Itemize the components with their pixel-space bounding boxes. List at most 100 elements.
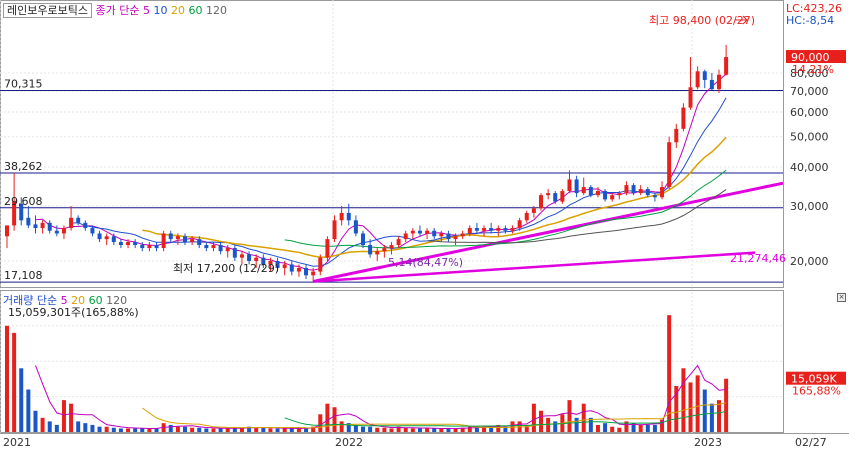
candle-body [539,195,543,209]
candle-body [368,245,373,255]
candle-body [339,212,344,221]
candle-body [168,233,173,240]
stock-chart: 80,00070,00060,00050,00040,00030,00020,0… [0,0,849,449]
candle-body [403,233,408,240]
candle-body [417,230,422,234]
last-volume-change: 165,88% [792,385,841,398]
candle-body [724,57,729,75]
candle-body [610,195,615,200]
candle-body [382,248,387,252]
candle-body [126,242,131,246]
volume-bar [47,421,52,432]
candle-body [667,142,672,188]
volume-bar [275,428,280,432]
candle-body [652,195,657,198]
candle-body [674,128,679,143]
candle-body [97,233,102,240]
volume-bar [126,428,131,432]
volume-bar [389,428,394,432]
volume-bar [190,427,195,432]
volume-bar [417,428,422,432]
candle-body [154,245,159,249]
volume-bar [688,382,693,432]
x-tick-label: 02/27 [795,436,827,449]
volume-legend: 거래량 단순 5 20 60 120 [3,292,127,308]
candle-body [446,233,451,240]
volume-ma-label: 거래량 단순 [3,294,58,307]
candle-body [524,212,529,221]
close-volume-panel-icon[interactable]: × [837,293,846,302]
volume-bar [76,421,81,432]
volume-bar [318,414,323,432]
trend-value-label: 21,274,46 [730,252,786,265]
volume-bar [567,400,572,432]
volume-bar [539,410,543,432]
volume-bar [168,424,173,432]
candle-body [595,191,600,196]
volume-bar [432,428,437,432]
candle-body [61,228,66,234]
candle-body [709,79,714,90]
candle-body [588,187,593,196]
candle-body [425,230,430,234]
vol-ma120-label: 120 [106,294,128,307]
candle-body [225,248,230,252]
ma5-label: 5 [142,4,150,17]
volume-bar [204,428,209,432]
ma20-label: 20 [170,4,185,17]
volume-bar [702,389,707,432]
h-line-label: 29,608 [4,195,43,208]
candle-body [54,230,59,234]
candle-body [702,71,707,80]
candle-body [581,187,586,194]
hc-label: HC:-8,54 [786,14,834,27]
volume-bar [325,403,330,432]
volume-bar [104,426,109,432]
volume-bar [19,368,24,432]
candle-body [496,228,501,231]
candle-body [432,230,437,237]
volume-bar [211,428,216,432]
volume-bar [610,426,615,432]
candle-body [218,245,223,252]
volume-bar [12,332,17,432]
candle-body [410,230,415,234]
candle-body [474,228,479,231]
candle-body [603,191,608,200]
candle-body [325,239,330,258]
candle-body [211,245,216,249]
h-line-label: 70,315 [4,77,43,90]
volume-bar [617,427,622,432]
volume-bar [40,417,45,432]
candle-body [190,239,195,243]
candle-body [254,257,259,261]
candle-body [346,212,351,221]
volume-bar [332,407,337,432]
candle-body [353,220,358,234]
volume-bar [709,403,714,432]
candle-body [111,236,116,243]
ma120-label: 120 [205,4,227,17]
h-line-label: 38,262 [4,160,43,173]
candle-body [645,189,650,196]
volume-bar [410,428,415,432]
volume-bar [175,426,180,432]
price-tick-label: 60,000 [790,106,829,119]
candle-body [197,239,202,246]
price-tick-label: 20,000 [790,255,829,268]
volume-bar [83,423,88,432]
candle-body [232,248,237,258]
x-tick-label: 2023 [694,436,722,449]
volume-bar [425,428,430,432]
volume-bar [382,427,387,432]
stock-name[interactable]: 레인보우로보틱스 [3,3,92,18]
candle-body [332,220,337,240]
ma10-label: 10 [153,4,168,17]
volume-bar [681,368,686,432]
x-tick-label: 2021 [3,436,31,449]
volume-bar [403,427,408,432]
candle-body [660,187,665,198]
h-line-label: 17,108 [4,269,43,282]
candle-body [282,264,287,268]
candle-body [617,193,622,196]
